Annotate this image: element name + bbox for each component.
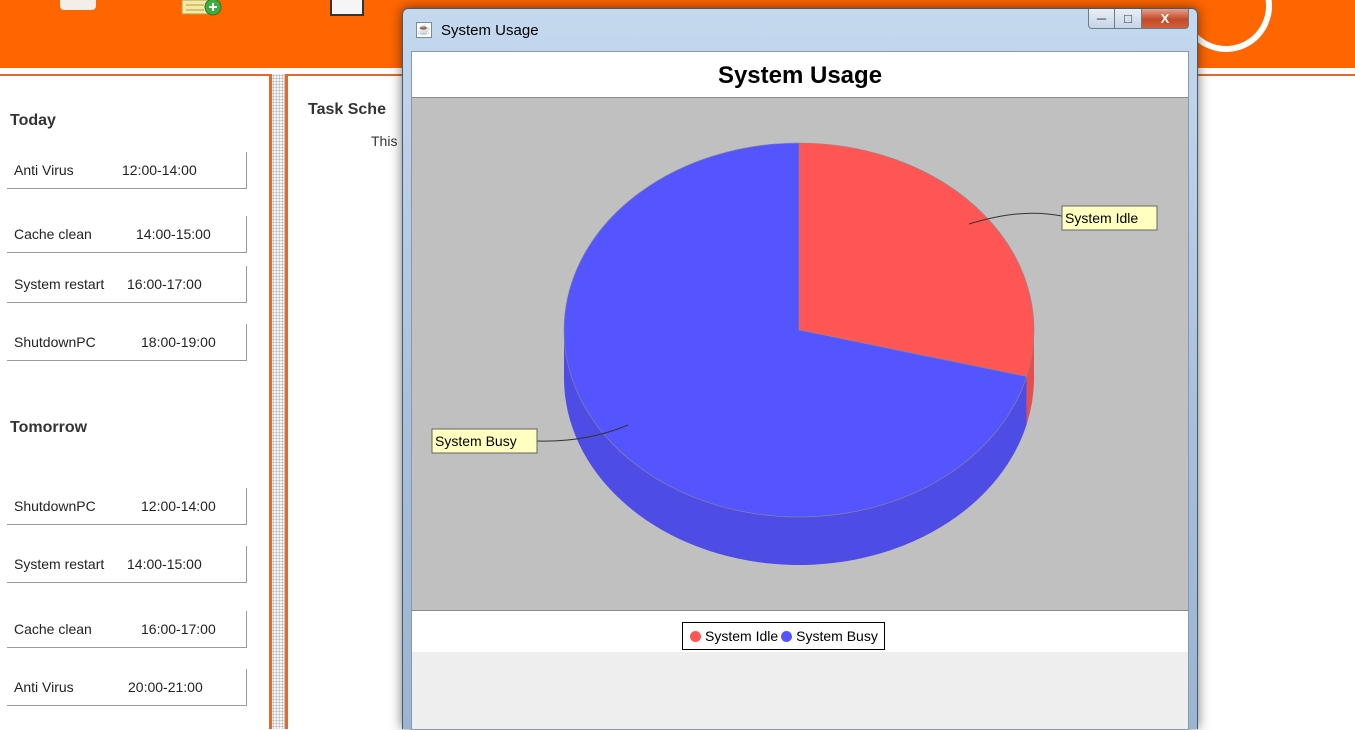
add-schedule-icon[interactable] [180,0,224,16]
legend-swatch-idle [690,630,701,642]
chart-title: System Usage [717,62,883,89]
today-heading: Today [10,112,56,129]
today-task-1[interactable]: Anti Virus 12:00-14:00 [7,152,247,189]
maximize-button[interactable]: □ [1115,9,1142,29]
task-name: ShutdownPC [14,498,96,514]
task-time: 14:00-15:00 [136,226,211,242]
window-controls: ─ □ X [1088,9,1189,30]
chart-legend: System Idle System Busy [682,622,885,650]
home-icon[interactable] [60,0,96,10]
task-name: ShutdownPC [14,334,96,350]
main-subtext: This [371,133,398,149]
close-icon: X [1160,11,1170,26]
task-name: System restart [14,276,105,292]
java-icon: ☕ [416,22,432,38]
task-time: 20:00-21:00 [128,679,203,695]
panel-splitter[interactable] [272,74,285,729]
tomorrow-task-1[interactable]: ShutdownPC 12:00-14:00 [7,488,247,525]
search-icon[interactable] [330,0,364,16]
tomorrow-task-3[interactable]: Cache clean 16:00-17:00 [7,611,247,648]
task-time: 16:00-17:00 [141,621,216,637]
task-name: Cache clean [14,621,92,637]
chart-panel: System Usage System Idle System Busy Syst… [412,52,1188,652]
today-task-3[interactable]: System restart 16:00-17:00 [7,266,247,303]
task-name: System restart [14,556,105,572]
close-button[interactable]: X [1142,9,1189,29]
task-time: 16:00-17:00 [127,276,202,292]
plot-area: System Idle System Busy [412,97,1188,611]
legend-label-idle: System Idle [705,628,779,644]
schedule-panel: Today Anti Virus 12:00-14:00 Cache clean… [0,74,272,729]
task-time: 14:00-15:00 [127,556,202,572]
label-text-idle: System Idle [1065,210,1138,226]
label-text-busy: System Busy [435,433,517,449]
task-time: 12:00-14:00 [141,498,216,514]
task-time: 12:00-14:00 [122,162,197,178]
tomorrow-task-4[interactable]: Anti Virus 20:00-21:00 [7,669,247,706]
task-time: 18:00-19:00 [141,334,216,350]
maximize-icon: □ [1124,11,1132,26]
task-name: Anti Virus [14,679,74,695]
window-title: System Usage [441,22,539,39]
today-task-2[interactable]: Cache clean 14:00-15:00 [7,216,247,253]
legend-swatch-busy [781,630,793,642]
minimize-icon: ─ [1096,11,1107,26]
task-name: Anti Virus [14,162,74,178]
task-name: Cache clean [14,226,92,242]
legend-label-busy: System Busy [796,628,878,644]
window-client-area: System Usage System Idle System Busy Syst… [411,51,1189,730]
pie-chart: System Idle System Busy [431,142,1158,566]
tomorrow-heading: Tomorrow [10,419,88,436]
main-heading: Task Sche [308,101,386,118]
minimize-button[interactable]: ─ [1088,9,1115,29]
system-usage-window[interactable]: ☕ System Usage ─ □ X System Usage System… [402,8,1198,730]
tomorrow-task-2[interactable]: System restart 14:00-15:00 [7,546,247,583]
today-task-4[interactable]: ShutdownPC 18:00-19:00 [7,324,247,361]
